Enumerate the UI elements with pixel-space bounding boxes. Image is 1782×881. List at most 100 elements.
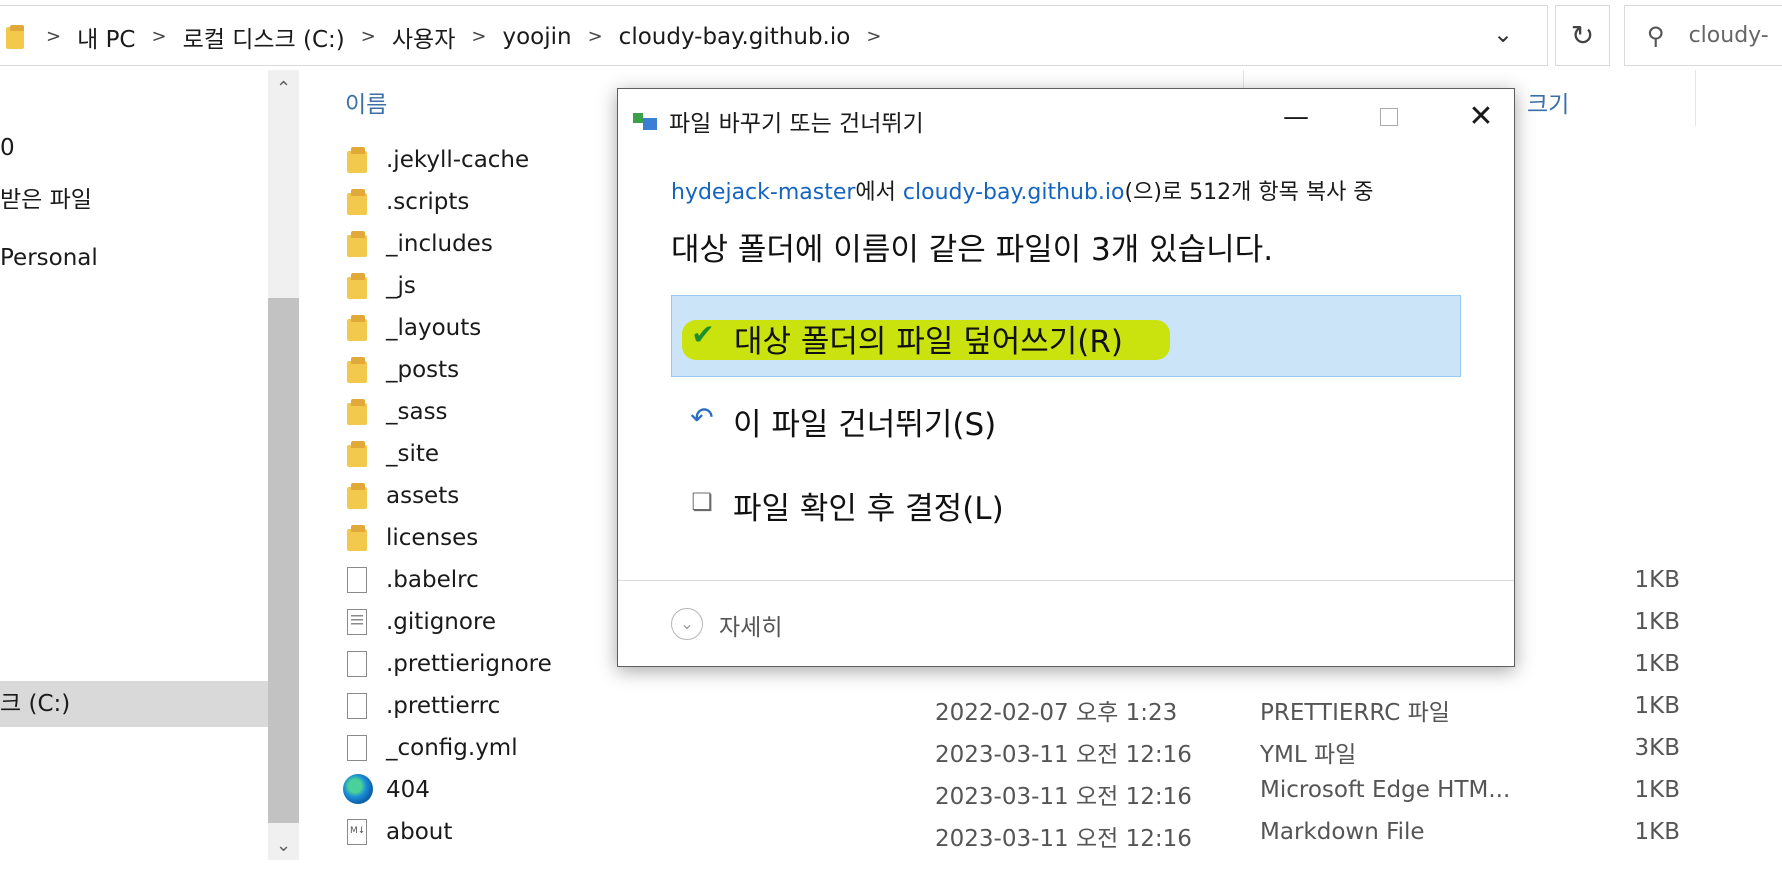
option-label: 파일 확인 후 결정(L) xyxy=(733,491,1004,527)
copy-files-icon xyxy=(633,111,661,131)
text-file-icon xyxy=(345,608,371,636)
file-name: .scripts xyxy=(386,189,470,215)
file-icon xyxy=(345,566,371,594)
chevron-right-icon[interactable]: > xyxy=(361,26,376,47)
nav-item[interactable]: 0 xyxy=(0,135,15,161)
checkmark-icon: ✔ xyxy=(691,318,715,351)
file-name: _sass xyxy=(386,399,448,425)
file-name: _includes xyxy=(386,231,493,257)
folder-icon xyxy=(345,482,371,510)
address-bar: > 내 PC > 로컬 디스크 (C:) > 사용자 > yoojin > cl… xyxy=(0,0,1782,67)
column-header-name[interactable]: 이름 xyxy=(345,85,387,119)
skip-files-option[interactable]: ↶ 이 파일 건너뛰기(S) xyxy=(671,379,1461,461)
nav-item[interactable]: Personal xyxy=(0,245,98,271)
edge-icon xyxy=(343,774,373,804)
decide-each-file-option[interactable]: ❏ 파일 확인 후 결정(L) xyxy=(671,463,1461,545)
conflict-heading: 대상 폴더에 이름이 같은 파일이 3개 있습니다. xyxy=(671,232,1274,268)
markdown-icon xyxy=(345,818,371,846)
file-size: 1KB xyxy=(1634,567,1681,593)
folder-icon xyxy=(345,188,371,216)
nav-scrollbar[interactable]: ⌃ ⌄ xyxy=(268,70,299,860)
file-type: Markdown File xyxy=(1260,819,1425,845)
file-name: _config.yml xyxy=(386,735,518,761)
file-date: 2022-02-07 오후 1:23 xyxy=(935,700,1178,726)
scrollbar-thumb[interactable] xyxy=(268,298,299,823)
copy-status-text: 에서 xyxy=(855,180,903,205)
file-row[interactable]: _config.yml 2023-03-11 오전 12:16 YML 파일 3KB xyxy=(345,728,1775,768)
folder-icon xyxy=(345,146,371,174)
file-name: .prettierignore xyxy=(386,651,552,677)
dialog-title: 파일 바꾸기 또는 건너뛰기 xyxy=(669,111,924,137)
option-label: 대상 폴더의 파일 덮어쓰기(R) xyxy=(734,324,1124,360)
file-name: .jekyll-cache xyxy=(386,147,530,173)
nav-item-label: 크 (C:) xyxy=(0,691,71,717)
minimize-icon: — xyxy=(1283,102,1309,132)
refresh-button[interactable]: ↻ xyxy=(1555,5,1610,66)
file-type: YML 파일 xyxy=(1260,742,1357,768)
more-details-button[interactable]: 자세히 xyxy=(719,608,782,642)
breadcrumb-item[interactable]: yoojin xyxy=(502,24,571,50)
skip-icon: ↶ xyxy=(690,401,714,434)
breadcrumb-item[interactable]: cloudy-bay.github.io xyxy=(619,24,851,50)
file-icon xyxy=(345,734,371,762)
scroll-up-icon[interactable]: ⌃ xyxy=(268,78,299,99)
file-type: PRETTIERRC 파일 xyxy=(1260,700,1450,726)
maximize-icon xyxy=(1380,108,1398,126)
scroll-down-icon[interactable]: ⌄ xyxy=(268,835,299,856)
dialog-footer: ⌄ 자세히 xyxy=(618,580,1514,667)
file-type: Microsoft Edge HTM... xyxy=(1260,777,1511,803)
folder-icon xyxy=(345,356,371,384)
file-name: .prettierrc xyxy=(386,693,501,719)
folder-icon xyxy=(345,440,371,468)
file-name: assets xyxy=(386,483,460,509)
expand-details-icon[interactable]: ⌄ xyxy=(671,608,703,640)
file-name: _posts xyxy=(386,357,460,383)
file-size: 1KB xyxy=(1634,819,1681,845)
file-row[interactable]: 404 2023-03-11 오전 12:16 Microsoft Edge HTM… xyxy=(343,770,1775,810)
chevron-right-icon[interactable]: > xyxy=(46,26,61,47)
navigation-pane: 0 받은 파일 Personal 크 (C:) xyxy=(0,70,268,860)
chevron-right-icon[interactable]: > xyxy=(588,26,603,47)
file-size: 3KB xyxy=(1634,735,1681,761)
chevron-right-icon[interactable]: > xyxy=(866,26,881,47)
address-box[interactable]: > 내 PC > 로컬 디스크 (C:) > 사용자 > yoojin > cl… xyxy=(0,5,1548,66)
file-size: 1KB xyxy=(1634,777,1681,803)
column-divider[interactable] xyxy=(1695,70,1696,126)
folder-icon xyxy=(345,398,371,426)
file-row[interactable]: .prettierrc 2022-02-07 오후 1:23 PRETTIERRC … xyxy=(345,686,1775,726)
search-icon: ⚲ xyxy=(1647,21,1665,50)
file-name: 404 xyxy=(386,777,430,803)
option-label: 이 파일 건너뛰기(S) xyxy=(733,407,997,443)
search-placeholder: cloudy- xyxy=(1688,23,1769,48)
file-size: 1KB xyxy=(1634,651,1681,677)
refresh-icon: ↻ xyxy=(1570,19,1595,52)
file-icon xyxy=(345,650,371,678)
file-icon xyxy=(345,692,371,720)
file-date: 2023-03-11 오전 12:16 xyxy=(935,784,1192,810)
file-name: .gitignore xyxy=(386,609,497,635)
replace-files-option[interactable]: ✔ 대상 폴더의 파일 덮어쓰기(R) xyxy=(671,295,1461,377)
file-size: 1KB xyxy=(1634,693,1681,719)
file-name: .babelrc xyxy=(386,567,479,593)
chevron-right-icon[interactable]: > xyxy=(152,26,167,47)
close-icon: ✕ xyxy=(1468,99,1494,134)
folder-icon xyxy=(345,230,371,258)
file-name: _js xyxy=(386,273,416,299)
breadcrumb-item[interactable]: 사용자 xyxy=(392,20,455,54)
file-row[interactable]: about 2023-03-11 오전 12:16 Markdown File 1KB xyxy=(345,812,1775,852)
nav-item-local-disk[interactable]: 크 (C:) xyxy=(0,681,268,727)
chevron-right-icon[interactable]: > xyxy=(471,26,486,47)
breadcrumb-item[interactable]: 로컬 디스크 (C:) xyxy=(183,20,345,54)
folder-icon xyxy=(6,24,28,49)
destination-folder-link[interactable]: cloudy-bay.github.io xyxy=(903,180,1125,205)
file-name: licenses xyxy=(386,525,479,551)
maximize-button[interactable] xyxy=(1359,97,1419,137)
close-button[interactable]: ✕ xyxy=(1451,97,1511,137)
search-input[interactable]: ⚲ cloudy- xyxy=(1624,5,1782,66)
breadcrumb-item[interactable]: 내 PC xyxy=(77,20,135,54)
chevron-down-icon[interactable]: ⌄ xyxy=(1493,20,1513,48)
nav-item[interactable]: 받은 파일 xyxy=(0,180,92,214)
column-header-size[interactable]: 크기 xyxy=(1527,85,1569,119)
source-folder-link[interactable]: hydejack-master xyxy=(671,180,855,205)
minimize-button[interactable]: — xyxy=(1266,97,1326,137)
